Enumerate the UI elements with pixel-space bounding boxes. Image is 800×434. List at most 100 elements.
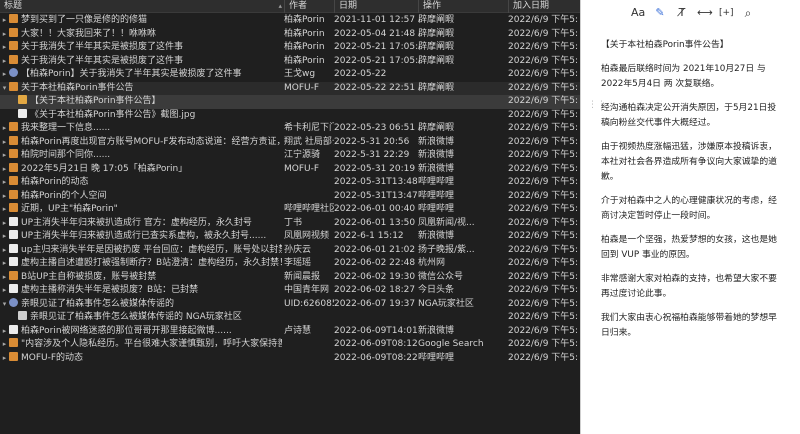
column-author[interactable]: 作者 [284, 0, 334, 13]
row-work [418, 311, 508, 325]
chevron-right-icon[interactable]: ▸ [0, 203, 9, 217]
table-row[interactable]: ▸ 大家！！大家我回来了！！咻咻咻 柏森Porin 2022-05-04 21:48 辟… [0, 27, 580, 42]
row-date: 2022-5-31 20:56 [334, 136, 410, 147]
font-size-icon[interactable]: Aa [631, 6, 645, 20]
search-icon[interactable]: ⌕ [741, 6, 755, 20]
row-title: UP主消失半年归来被扒造成行 官方：虚构经历，永久封号 [21, 217, 252, 228]
chevron-right-icon[interactable]: ▸ [0, 284, 9, 298]
chevron-right-icon[interactable]: ▸ [0, 55, 9, 69]
row-date: 2022-06-02 18:27 [334, 285, 416, 295]
table-row[interactable]: ▸ 【柏森Porin】关于我消失了半年其实是被损废了这件事 王戈wg 2022-05-… [0, 68, 580, 82]
row-author: MOFU-F [284, 82, 320, 93]
row-title-cell: ▸ UP主消失半年归来被扒造成行 官方：虚构经历，永久封号 [0, 216, 282, 231]
row-work: Google Search [418, 339, 484, 349]
table-row[interactable]: ▸ 虚构主播自述遭殴打被强制断疗？B站澄清：虚构经历，永久封禁！ 李瑶瑶 2022-0… [0, 257, 580, 271]
document-icon [9, 351, 18, 361]
table-row[interactable]: ▸ 柏院时间那个同你...... 江宁源骑 2022-5-31 22:29 新浪微博 20… [0, 149, 580, 163]
table-row[interactable]: ▸ "内容涉及个人隐私经历。平台很难大家谨慎甄别，呼吁大家保持善意...... 20… [0, 338, 580, 352]
chevron-right-icon[interactable]: ▸ [0, 149, 9, 163]
column-title[interactable]: 标题 ▴ [0, 0, 284, 13]
row-added: 2022/6/9 下午5: [508, 244, 579, 255]
chevron-right-icon[interactable]: ▸ [0, 41, 9, 55]
table-row[interactable]: ▸ up主归来消失半年是因被扔废 平台回应：虚构经历，账号处以封禁 孙庆云 2022-… [0, 243, 580, 258]
item-list[interactable]: 标题 ▴ 作者 日期 操作 加入日期 ▸ 梦到买到了一只像是修的的修猫 柏森Pori… [0, 0, 580, 434]
document-icon [9, 54, 18, 64]
table-row[interactable]: ▾ 关于本社柏森Porin事件公告 MOFU-F 2022-05-22 22:51 辟摩… [0, 81, 580, 96]
row-title: 梦到买到了一只像是修的的修猫 [21, 15, 148, 25]
chevron-right-icon[interactable]: ▸ [0, 190, 9, 204]
chevron-down-icon[interactable]: ▾ [0, 298, 9, 312]
row-author: 柏森Porin [284, 15, 325, 25]
file-icon [9, 324, 18, 334]
row-added: 2022/6/9 下午5: [508, 69, 579, 79]
row-added: 2022/6/9 下午5: [508, 55, 579, 66]
chevron-right-icon[interactable]: ▸ [0, 257, 9, 271]
row-author [284, 311, 334, 325]
chevron-right-icon[interactable]: ▸ [0, 122, 9, 136]
table-row[interactable]: ▸ 2022年5月21日 晚 17:05「柏森Porin」 MOFU-F 2022-0… [0, 162, 580, 177]
reader-paragraph: 经沟通柏森决定公开消失原因，于5月21日投稿向粉丝交代事件大概经过。 [601, 103, 777, 128]
chevron-right-icon[interactable]: ▸ [0, 136, 9, 150]
chevron-down-icon[interactable]: ▾ [0, 82, 9, 96]
table-row[interactable]: ▸ B站UP主自称被损废，账号被封禁 新闻晨报 2022-06-02 19:30 微信公… [0, 270, 580, 285]
column-date-label: 日期 [339, 1, 358, 11]
table-row[interactable]: 【关于本社柏森Porin事件公告】 2022/6/9 下午5: [0, 95, 580, 109]
clear-format-icon[interactable]: T̸ [675, 6, 689, 20]
row-title: 【关于本社柏森Porin事件公告】 [30, 96, 161, 106]
column-date[interactable]: 日期 [334, 0, 418, 13]
document-icon [9, 338, 18, 347]
row-author [284, 352, 334, 366]
row-author: 哔哩哔哩社区小管... [284, 204, 334, 214]
highlight-icon[interactable]: ✎ [653, 6, 667, 20]
row-date: 2022-05-31T13:47... [334, 190, 418, 201]
row-work: 哔哩哔哩 [418, 204, 455, 214]
add-note-icon[interactable]: [+] [719, 6, 734, 20]
row-work: 哔哩哔哩 [418, 352, 455, 363]
chevron-right-icon[interactable]: ▸ [0, 14, 9, 28]
table-row[interactable]: ▸ 近期，UP主"柏森Porin" 哔哩哔哩社区小管...2022-06-01 00… [0, 203, 580, 217]
chevron-right-icon[interactable]: ▸ [0, 28, 9, 42]
chevron-right-icon[interactable]: ▸ [0, 217, 9, 231]
chevron-right-icon[interactable]: ▸ [0, 352, 9, 366]
table-row[interactable]: ▸ 梦到买到了一只像是修的的修猫 柏森Porin 2021-11-01 12:57 辟摩… [0, 14, 580, 28]
row-added: 2022/6/9 下午5: [508, 271, 579, 282]
table-row[interactable]: ▸ 柏森Porin再度出现官方账号MOFU-F发布动态说道：经营方责证，之... 翔… [0, 135, 580, 150]
chevron-right-icon[interactable]: ▸ [0, 338, 9, 352]
row-title-cell: 亲眼见证了柏森事件怎么被媒体传谣的 NGA玩家社区 [0, 311, 282, 325]
row-date: 2022-06-01 21:02 [334, 244, 416, 255]
chevron-right-icon[interactable]: ▸ [0, 271, 9, 285]
chevron-right-icon[interactable]: ▸ [0, 68, 9, 82]
row-added: 2022/6/9 下午5: [508, 298, 579, 309]
chevron-right-icon[interactable]: ▸ [0, 163, 9, 177]
column-work[interactable]: 操作 [418, 0, 508, 13]
chevron-right-icon[interactable]: ▸ [0, 176, 9, 190]
table-row[interactable]: ▸ MOFU-F的动态 2022-06-09T08:22:...哔哩哔哩 2022/6… [0, 351, 580, 366]
row-date: 2022-05-23 06:51 [334, 123, 416, 133]
row-work: 辟摩阐暇 [418, 55, 455, 66]
document-icon [9, 162, 18, 172]
chevron-right-icon[interactable]: ▸ [0, 325, 9, 339]
table-row[interactable]: ▸ 柏森Porin被网络迷惑的那位哥哥开那里接起微博...... 卢诗慧 2022-0… [0, 324, 580, 339]
table-row[interactable]: ▸ 柏森Porin的动态 2022-05-31T13:48... 哔哩哔哩 2022/6… [0, 176, 580, 190]
row-title: 2022年5月21日 晚 17:05「柏森Porin」 [21, 163, 188, 174]
table-row[interactable]: ▸ 关于我消失了半年其实是被损废了这件事 柏森Porin 2022-05-21 17:… [0, 41, 580, 55]
table-row[interactable]: ▸ 我来整理一下信息...... 希卡利尼下门 2022-05-23 06:51 辟摩阐… [0, 122, 580, 136]
table-row[interactable]: ▸ UP主消失半年归来被扒造成行 官方：虚构经历，永久封号 丁书 2022-06-01… [0, 216, 580, 231]
column-added[interactable]: 加入日期 [508, 0, 580, 13]
table-row[interactable]: ▸ 关于我消失了半年其实是被损废了这件事 柏森Porin 2022-05-21 17:… [0, 54, 580, 69]
row-date [334, 95, 418, 109]
table-row[interactable]: 亲眼见证了柏森事件怎么被媒体传谣的 NGA玩家社区 2022/6/9 下午5: [0, 311, 580, 325]
table-row[interactable]: ▸ UP主消失半年归来被扒造成行已查实系虚构，被永久封号...... 凤凰网视频 20… [0, 230, 580, 244]
table-row[interactable]: ▸ 虚构主播称消失半年是被损废？B站：已封禁 中国青年网 2022-06-02 18:… [0, 284, 580, 298]
reader-paragraph: 柏森是一个坚强，热爱梦想的女孩，这也是她回到 VUP 事业的原因。 [601, 235, 777, 260]
document-icon [9, 270, 18, 280]
table-row[interactable]: 《关于本社柏森Porin事件公告》截图.jpg 2022/6/9 下午5: [0, 108, 580, 123]
table-row[interactable]: ▾ 亲眼见证了柏森事件怎么被媒体传谣的 UID:626085512022-06-07… [0, 297, 580, 312]
row-title: 亲眼见证了柏森事件怎么被媒体传谣的 [21, 298, 175, 309]
row-date: 2022-05-21 17:05:00 [334, 55, 418, 66]
link-icon[interactable]: ⟷ [697, 6, 713, 20]
chevron-right-icon[interactable]: ▸ [0, 230, 9, 244]
row-title-cell: ▸ 柏森Porin的个人空间 [0, 189, 282, 204]
table-row[interactable]: ▸ 柏森Porin的个人空间 2022-05-31T13:47... 哔哩哔哩 2022… [0, 189, 580, 204]
chevron-right-icon[interactable]: ▸ [0, 244, 9, 258]
